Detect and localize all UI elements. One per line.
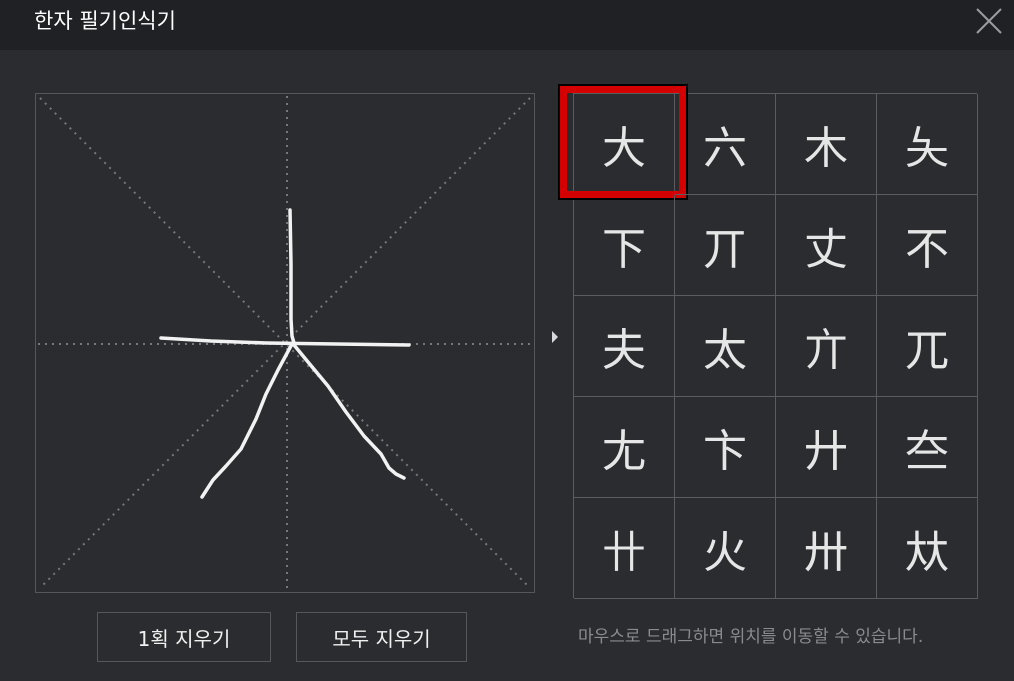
window-title: 한자 필기인식기 xyxy=(34,9,176,33)
candidate-cell[interactable]: 夫 xyxy=(574,296,675,397)
candidate-cell[interactable]: 六 xyxy=(675,94,776,195)
clear-all-button[interactable]: 모두 지우기 xyxy=(296,612,467,662)
handwritten-stroke xyxy=(159,208,411,499)
candidate-cell[interactable]: 廾 xyxy=(776,397,877,498)
canvas-guides xyxy=(38,96,532,590)
candidate-cell[interactable]: 大 xyxy=(558,84,688,200)
candidate-cell[interactable]: 夳 xyxy=(877,397,978,498)
candidate-cell[interactable]: 夨 xyxy=(877,94,978,195)
handwriting-canvas[interactable] xyxy=(35,93,535,593)
drag-hint-text: 마우스로 드래그하면 위치를 이동할 수 있습니다. xyxy=(578,627,924,647)
candidate-cell[interactable]: 卅 xyxy=(776,498,877,599)
candidate-cell[interactable]: 卄 xyxy=(574,498,675,599)
candidate-cell[interactable]: 丈 xyxy=(776,195,877,296)
candidate-grid: 大六木夨下丌丈不夫太亣兀尢卞廾夳卄火卅夶 xyxy=(558,84,978,599)
candidate-cell[interactable]: 亣 xyxy=(776,296,877,397)
undo-stroke-button[interactable]: 1획 지우기 xyxy=(97,612,271,662)
candidate-cell[interactable]: 木 xyxy=(776,94,877,195)
candidate-cell[interactable]: 尢 xyxy=(574,397,675,498)
candidate-cell[interactable]: 兀 xyxy=(877,296,978,397)
candidate-cell[interactable]: 火 xyxy=(675,498,776,599)
candidate-cell[interactable]: 不 xyxy=(877,195,978,296)
close-button[interactable] xyxy=(972,4,1006,38)
candidate-cell[interactable]: 夶 xyxy=(877,498,978,599)
candidate-cell[interactable]: 太 xyxy=(675,296,776,397)
candidate-cell[interactable]: 下 xyxy=(574,195,675,296)
collapse-arrow-icon[interactable] xyxy=(552,331,558,343)
close-icon xyxy=(976,8,1002,34)
title-bar: 한자 필기인식기 xyxy=(0,0,1014,50)
candidate-cell[interactable]: 卞 xyxy=(675,397,776,498)
candidate-cell[interactable]: 丌 xyxy=(675,195,776,296)
